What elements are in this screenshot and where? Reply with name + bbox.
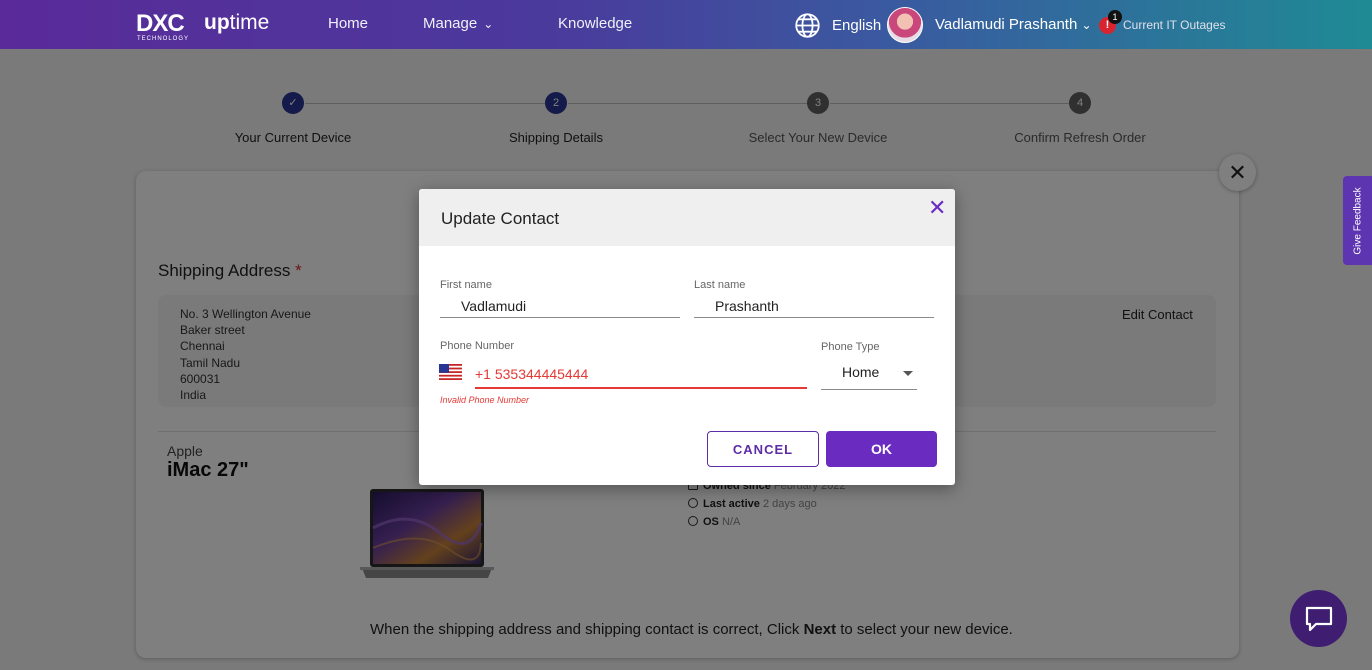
cancel-button[interactable]: CANCEL	[707, 431, 819, 467]
logo-mark: DXC	[136, 10, 185, 37]
phone-type-select[interactable]: Home	[821, 361, 917, 390]
give-feedback-tab[interactable]: Give Feedback	[1343, 176, 1372, 265]
globe-icon[interactable]	[794, 12, 821, 39]
user-menu[interactable]: Vadlamudi Prashanth ⌄	[935, 16, 1092, 33]
ok-button[interactable]: OK	[826, 431, 937, 467]
first-name-label: First name	[440, 279, 492, 291]
chat-icon	[1305, 606, 1333, 632]
last-name-input[interactable]	[694, 294, 934, 318]
chevron-down-icon: ⌄	[1081, 18, 1092, 32]
phone-type-label: Phone Type	[821, 341, 880, 353]
top-navbar: DXC TECHNOLOGY uptime Home Manage ⌄ Knowl…	[0, 0, 1372, 49]
dxc-uptime-logo[interactable]: DXC TECHNOLOGY uptime	[136, 10, 276, 44]
chat-button[interactable]	[1290, 590, 1347, 647]
current-it-outages-link[interactable]: Current IT Outages	[1123, 18, 1226, 32]
us-flag-icon[interactable]	[439, 364, 462, 380]
dialog-title: Update Contact	[441, 209, 560, 228]
alert-count-badge: 1	[1108, 10, 1122, 24]
logo-subtext: TECHNOLOGY	[137, 36, 190, 42]
caret-down-icon	[903, 371, 913, 376]
chevron-down-icon: ⌄	[483, 17, 494, 31]
phone-number-input[interactable]	[475, 361, 807, 389]
last-name-label: Last name	[694, 279, 746, 291]
close-icon[interactable]: ✕	[928, 197, 946, 219]
phone-error-message: Invalid Phone Number	[440, 395, 530, 405]
user-avatar[interactable]	[887, 7, 923, 43]
first-name-input[interactable]	[440, 294, 680, 318]
dialog-header: Update Contact ✕	[419, 189, 955, 246]
language-selector[interactable]: English	[832, 17, 881, 34]
nav-knowledge[interactable]: Knowledge	[558, 15, 632, 32]
nav-manage[interactable]: Manage ⌄	[423, 15, 493, 32]
phone-type-value: Home	[842, 364, 880, 380]
phone-number-label: Phone Number	[440, 340, 514, 352]
update-contact-dialog: Update Contact ✕ First name Last name Ph…	[419, 189, 955, 485]
nav-home[interactable]: Home	[328, 15, 368, 32]
product-name: uptime	[204, 11, 270, 34]
